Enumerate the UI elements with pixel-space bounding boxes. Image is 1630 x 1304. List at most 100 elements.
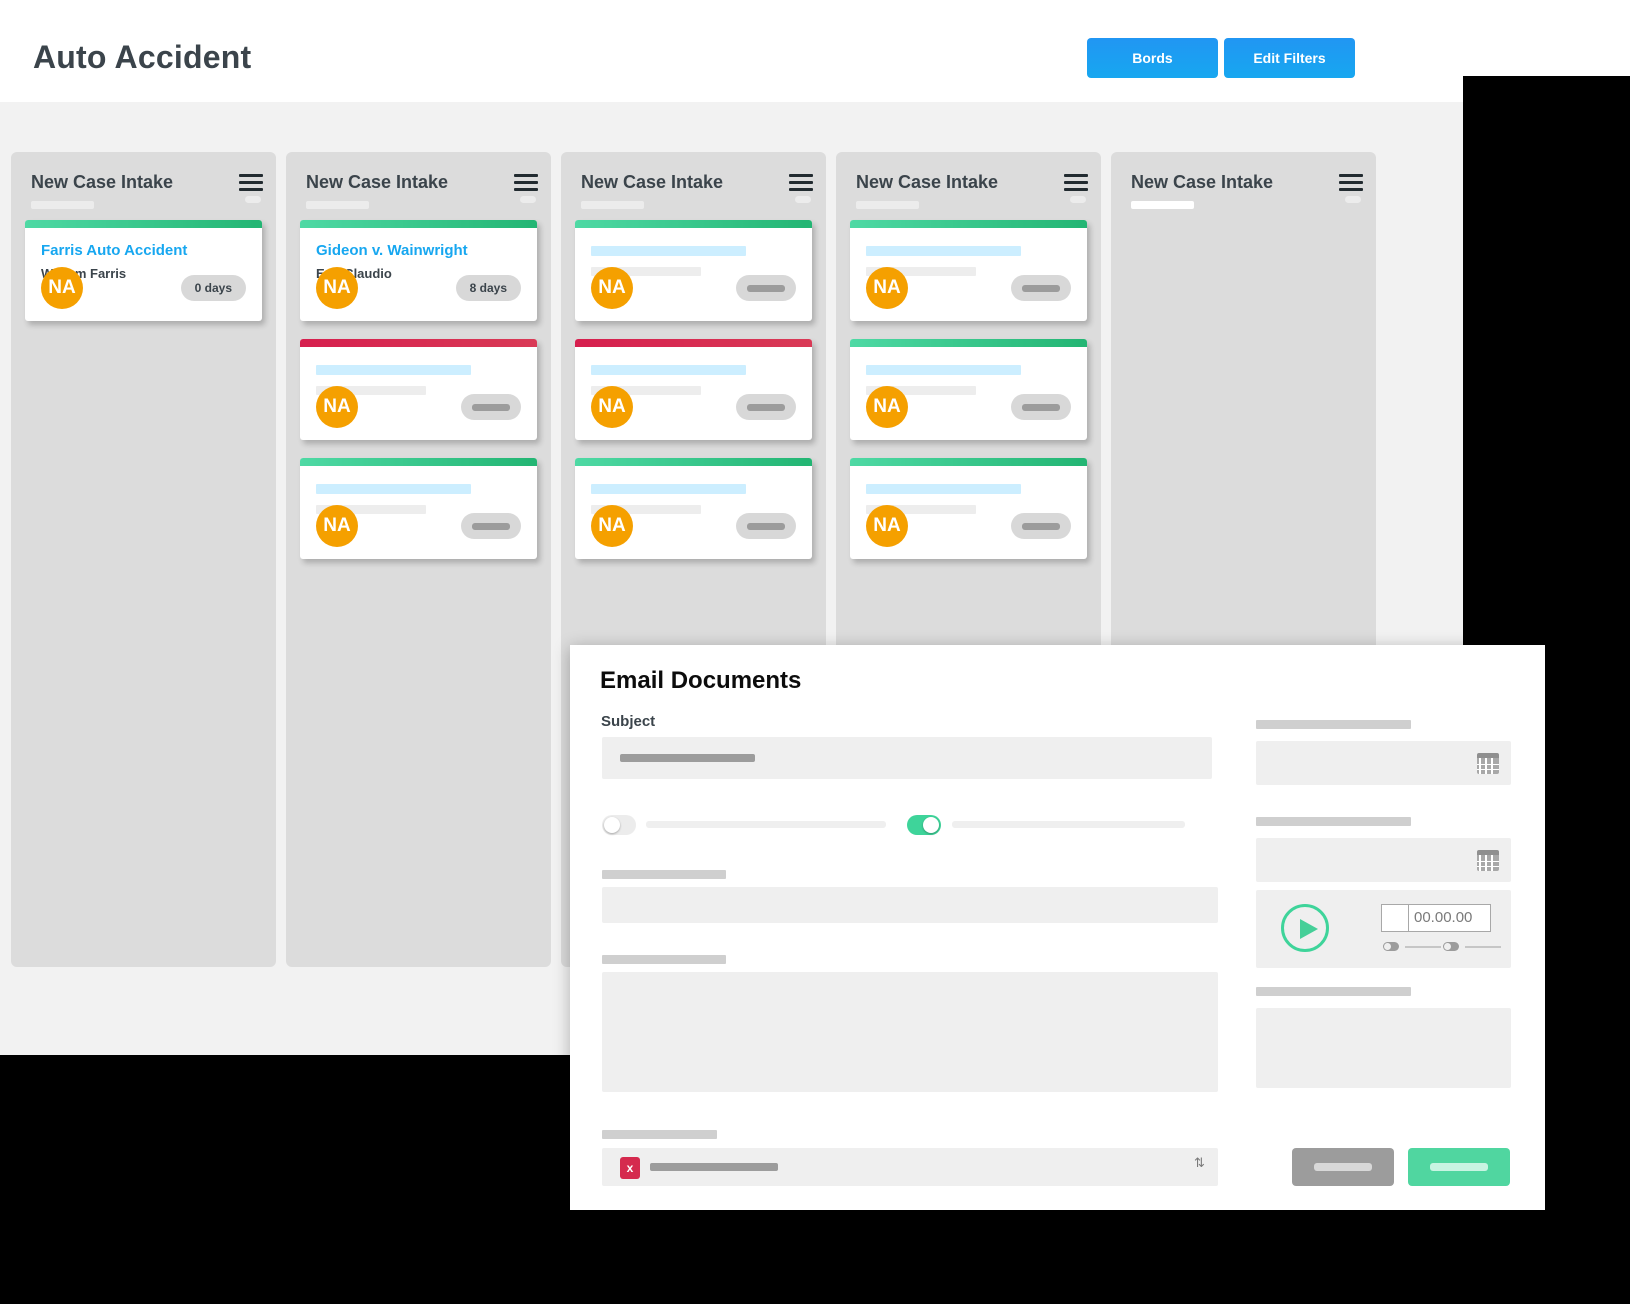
player-slider-1[interactable] bbox=[1383, 942, 1441, 951]
column-count-placeholder bbox=[795, 196, 811, 203]
date-field-1-label-placeholder bbox=[1256, 720, 1411, 729]
card-accent-bar bbox=[575, 458, 812, 466]
card-body: NA bbox=[850, 466, 1087, 559]
column-header: New Case Intake bbox=[11, 152, 276, 220]
case-card[interactable]: NA bbox=[850, 220, 1087, 321]
field-2-label-placeholder bbox=[602, 955, 726, 964]
calendar-icon-body bbox=[1477, 758, 1499, 774]
calendar-icon-body bbox=[1477, 855, 1499, 871]
submit-button-label-placeholder bbox=[1430, 1163, 1488, 1171]
case-card[interactable]: NA bbox=[575, 339, 812, 440]
column-title: New Case Intake bbox=[856, 172, 999, 192]
avatar: NA bbox=[316, 267, 358, 309]
status-badge bbox=[1011, 275, 1071, 301]
case-card[interactable]: NA bbox=[850, 458, 1087, 559]
background-band-top bbox=[1463, 0, 1630, 32]
avatar: NA bbox=[866, 267, 908, 309]
card-title-placeholder bbox=[591, 365, 746, 375]
hamburger-icon[interactable] bbox=[1339, 174, 1363, 191]
status-badge: 0 days bbox=[180, 275, 246, 301]
subject-label: Subject bbox=[601, 713, 656, 730]
case-card[interactable]: Gideon v. Wainwright Eric Claudio NA 8 d… bbox=[300, 220, 537, 321]
case-card[interactable]: NA bbox=[575, 458, 812, 559]
player-slider-2-track bbox=[1465, 946, 1501, 948]
subject-input[interactable] bbox=[602, 737, 1212, 779]
avatar: NA bbox=[316, 505, 358, 547]
card-accent-bar bbox=[300, 220, 537, 228]
player-slider-2[interactable] bbox=[1443, 942, 1501, 951]
toggle-knob bbox=[604, 817, 620, 833]
status-badge bbox=[736, 394, 796, 420]
calendar-icon[interactable] bbox=[1477, 753, 1499, 774]
avatar: NA bbox=[591, 505, 633, 547]
date-field-2-label-placeholder bbox=[1256, 817, 1411, 826]
hamburger-icon[interactable] bbox=[239, 174, 263, 191]
hamburger-icon[interactable] bbox=[1064, 174, 1088, 191]
hamburger-icon[interactable] bbox=[514, 174, 538, 191]
date-field-2[interactable] bbox=[1256, 838, 1511, 882]
message-textarea[interactable] bbox=[602, 972, 1218, 1092]
cancel-button[interactable] bbox=[1292, 1148, 1394, 1186]
column-subtitle-placeholder bbox=[306, 201, 369, 209]
card-body: NA bbox=[575, 228, 812, 321]
date-field-1[interactable] bbox=[1256, 741, 1511, 785]
case-card[interactable]: NA bbox=[575, 220, 812, 321]
card-accent-bar bbox=[300, 339, 537, 347]
case-card[interactable]: Farris Auto Accident William Farris NA 0… bbox=[25, 220, 262, 321]
case-card[interactable]: NA bbox=[300, 339, 537, 440]
card-body: NA bbox=[300, 466, 537, 559]
card-body: NA bbox=[850, 347, 1087, 440]
text-input-1[interactable] bbox=[602, 887, 1218, 923]
field-1-label-placeholder bbox=[602, 870, 726, 879]
card-title: Gideon v. Wainwright bbox=[316, 242, 468, 259]
status-badge bbox=[1011, 513, 1071, 539]
submit-button[interactable] bbox=[1408, 1148, 1510, 1186]
knob-dot bbox=[1444, 943, 1451, 950]
calendar-icon[interactable] bbox=[1477, 850, 1499, 871]
board-column-2: New Case Intake Gideon v. Wainwright Eri… bbox=[286, 152, 551, 967]
avatar: NA bbox=[591, 267, 633, 309]
remove-attachment-icon[interactable]: x bbox=[620, 1157, 640, 1179]
toggle-left-label-placeholder bbox=[646, 821, 886, 828]
column-subtitle-placeholder bbox=[856, 201, 919, 209]
toggle-left[interactable] bbox=[602, 815, 636, 835]
status-badge bbox=[736, 275, 796, 301]
avatar: NA bbox=[866, 505, 908, 547]
status-badge: 8 days bbox=[455, 275, 521, 301]
attachment-select[interactable]: x ⇅ bbox=[602, 1148, 1218, 1186]
player-slider-1-knob bbox=[1383, 942, 1399, 951]
card-title-placeholder bbox=[316, 365, 471, 375]
edit-filters-button[interactable]: Edit Filters bbox=[1224, 38, 1355, 78]
card-body: Farris Auto Accident William Farris NA 0… bbox=[25, 228, 262, 321]
status-badge bbox=[736, 513, 796, 539]
email-documents-modal: Email Documents Subject x ⇅ 00.00.00 bbox=[570, 645, 1545, 1210]
case-card[interactable]: NA bbox=[850, 339, 1087, 440]
column-count-placeholder bbox=[1070, 196, 1086, 203]
sort-caret-icon[interactable]: ⇅ bbox=[1194, 1156, 1205, 1176]
card-body: NA bbox=[575, 347, 812, 440]
card-accent-bar bbox=[850, 458, 1087, 466]
card-body: Gideon v. Wainwright Eric Claudio NA 8 d… bbox=[300, 228, 537, 321]
card-title-placeholder bbox=[866, 365, 1021, 375]
hamburger-icon[interactable] bbox=[789, 174, 813, 191]
card-body: NA bbox=[575, 466, 812, 559]
subject-value-placeholder bbox=[620, 754, 755, 762]
play-icon[interactable] bbox=[1281, 904, 1329, 952]
card-accent-bar bbox=[850, 220, 1087, 228]
column-count-placeholder bbox=[1345, 196, 1361, 203]
case-card[interactable]: NA bbox=[300, 458, 537, 559]
column-title: New Case Intake bbox=[306, 172, 449, 192]
board-column-1: New Case Intake Farris Auto Accident Wil… bbox=[11, 152, 276, 967]
timecode-box[interactable]: 00.00.00 bbox=[1381, 904, 1491, 932]
notes-textarea[interactable] bbox=[1256, 1008, 1511, 1088]
bords-button[interactable]: Bords bbox=[1087, 38, 1218, 78]
card-title: Farris Auto Accident bbox=[41, 242, 188, 259]
toggle-right[interactable] bbox=[907, 815, 941, 835]
attachment-value-placeholder bbox=[650, 1163, 778, 1171]
avatar: NA bbox=[591, 386, 633, 428]
card-title-placeholder bbox=[591, 484, 746, 494]
card-accent-bar bbox=[575, 220, 812, 228]
column-header: New Case Intake bbox=[836, 152, 1101, 220]
timecode-value: 00.00.00 bbox=[1414, 909, 1473, 926]
modal-title: Email Documents bbox=[600, 667, 802, 694]
